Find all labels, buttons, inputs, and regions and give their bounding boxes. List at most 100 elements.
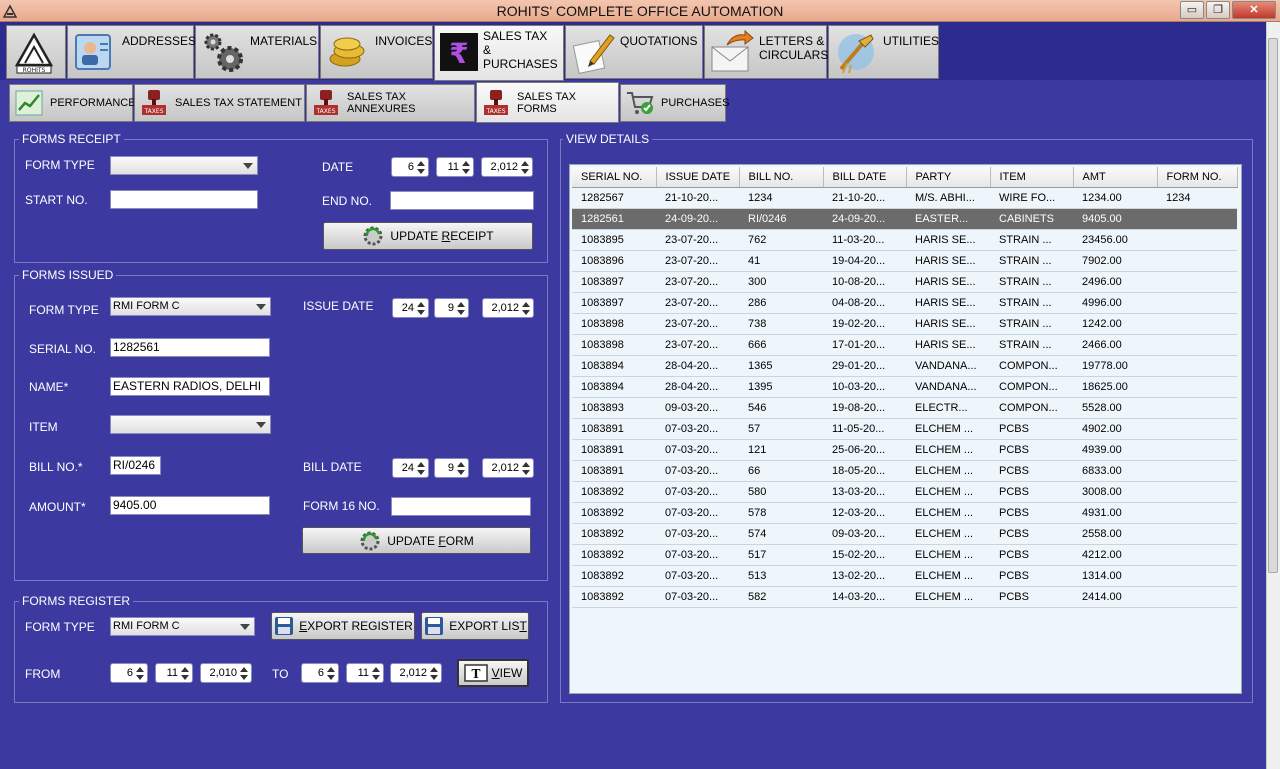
- table-row[interactable]: 1083894 28-04-20... 1365 29-01-20... VANDANA…: [572, 355, 1237, 377]
- spin-down-icon[interactable]: [457, 470, 465, 475]
- spin-down-icon[interactable]: [327, 675, 335, 680]
- column-header[interactable]: SERIAL NO.: [572, 167, 657, 188]
- column-header[interactable]: AMT: [1073, 167, 1158, 188]
- export-register-button[interactable]: EXPORT REGISTER: [271, 612, 415, 640]
- serial-no-input[interactable]: 1282561: [110, 338, 270, 357]
- item-select[interactable]: [110, 415, 271, 434]
- spin-up-icon[interactable]: [136, 667, 144, 672]
- spin-up-icon[interactable]: [462, 161, 470, 166]
- column-header[interactable]: BILL NO.: [739, 167, 824, 188]
- update-receipt-button[interactable]: UPDATE RECEIPT: [323, 222, 533, 250]
- table-row[interactable]: 1282561 24-09-20... RI/0246 24-09-20... EAST…: [572, 208, 1237, 230]
- tab-sales-tax-purchases[interactable]: ₹ SALES TAX & PURCHASES: [434, 25, 564, 81]
- bill-no-input[interactable]: RI/0246: [110, 456, 161, 475]
- table-row[interactable]: 1083894 28-04-20... 1395 10-03-20... VANDANA…: [572, 376, 1237, 398]
- column-header[interactable]: FORM NO.: [1157, 167, 1238, 188]
- tab-quotations[interactable]: QUOTATIONS: [565, 25, 703, 79]
- table-row[interactable]: 1083893 09-03-20... 546 19-08-20... ELECTR..…: [572, 397, 1237, 419]
- table-row[interactable]: 1083896 23-07-20... 41 19-04-20... HARIS SE.…: [572, 250, 1237, 272]
- tab-invoices[interactable]: INVOICES: [320, 25, 433, 79]
- spin-down-icon[interactable]: [372, 675, 380, 680]
- to-month-spinner[interactable]: 11: [346, 663, 384, 683]
- tab-utilities[interactable]: UTILITIES: [828, 25, 939, 79]
- spin-up-icon[interactable]: [457, 302, 465, 307]
- spin-down-icon[interactable]: [181, 675, 189, 680]
- spin-up-icon[interactable]: [417, 462, 425, 467]
- amount-input[interactable]: 9405.00: [110, 496, 270, 515]
- spin-up-icon[interactable]: [522, 302, 530, 307]
- spin-up-icon[interactable]: [430, 667, 438, 672]
- spin-up-icon[interactable]: [327, 667, 335, 672]
- spin-up-icon[interactable]: [417, 302, 425, 307]
- bill-month-spinner[interactable]: 9: [434, 458, 469, 478]
- receipt-date-year-spinner[interactable]: 2,012: [481, 157, 533, 177]
- issue-year-spinner[interactable]: 2,012: [482, 298, 534, 318]
- table-row[interactable]: 1083892 07-03-20... 578 12-03-20... ELCHEM .…: [572, 502, 1237, 524]
- subtab-performance[interactable]: PERFORMANCE: [9, 84, 136, 122]
- update-form-button[interactable]: UPDATE FORM: [302, 527, 531, 554]
- maximize-button[interactable]: ❐: [1206, 1, 1230, 19]
- spin-up-icon[interactable]: [457, 462, 465, 467]
- table-row[interactable]: 1083891 07-03-20... 57 11-05-20... ELCHEM ..…: [572, 418, 1237, 440]
- close-button[interactable]: ✕: [1232, 1, 1276, 19]
- minimize-button[interactable]: ▭: [1180, 1, 1204, 19]
- subtab-sales-tax-annexures[interactable]: TAXES SALES TAX ANNEXURES: [306, 84, 475, 122]
- table-row[interactable]: 1083891 07-03-20... 66 18-05-20... ELCHEM ..…: [572, 460, 1237, 482]
- spin-down-icon[interactable]: [521, 169, 529, 174]
- to-day-spinner[interactable]: 6: [301, 663, 339, 683]
- bill-year-spinner[interactable]: 2,012: [482, 458, 534, 478]
- issued-form-type-select[interactable]: RMI FORM C: [110, 297, 271, 316]
- table-row[interactable]: 1083898 23-07-20... 738 19-02-20... HARIS SE…: [572, 313, 1237, 335]
- main-scrollbar-thumb[interactable]: [1268, 38, 1278, 573]
- spin-up-icon[interactable]: [521, 161, 529, 166]
- export-list-button[interactable]: EXPORT LIST: [421, 612, 529, 640]
- column-header[interactable]: ITEM: [990, 167, 1074, 188]
- spin-up-icon[interactable]: [181, 667, 189, 672]
- subtab-sales-tax-forms[interactable]: TAXES SALES TAX FORMS: [476, 82, 619, 123]
- table-row[interactable]: 1083895 23-07-20... 762 11-03-20... HARIS SE…: [572, 229, 1237, 251]
- issue-day-spinner[interactable]: 24: [392, 298, 429, 318]
- table-row[interactable]: 1083892 07-03-20... 574 09-03-20... ELCHEM .…: [572, 523, 1237, 545]
- tab-addresses[interactable]: ADDRESSES: [67, 25, 196, 79]
- spin-down-icon[interactable]: [240, 675, 248, 680]
- spin-up-icon[interactable]: [372, 667, 380, 672]
- spin-down-icon[interactable]: [417, 169, 425, 174]
- spin-down-icon[interactable]: [136, 675, 144, 680]
- subtab-sales-tax-statement[interactable]: TAXES SALES TAX STATEMENT: [134, 84, 305, 122]
- tab-materials[interactable]: MATERIALS: [195, 25, 319, 79]
- receipt-date-day-spinner[interactable]: 6: [391, 157, 429, 177]
- spin-down-icon[interactable]: [522, 310, 530, 315]
- from-year-spinner[interactable]: 2,010: [200, 663, 252, 683]
- form16-input[interactable]: [391, 497, 531, 516]
- name-input[interactable]: EASTERN RADIOS, DELHI: [110, 377, 270, 396]
- spin-up-icon[interactable]: [522, 462, 530, 467]
- from-day-spinner[interactable]: 6: [110, 663, 148, 683]
- table-row[interactable]: 1083897 23-07-20... 300 10-08-20... HARIS SE…: [572, 271, 1237, 293]
- table-row[interactable]: 1083892 07-03-20... 580 13-03-20... ELCHEM .…: [572, 481, 1237, 503]
- table-row[interactable]: 1083892 07-03-20... 513 13-02-20... ELCHEM .…: [572, 565, 1237, 587]
- view-button[interactable]: T VIEW: [457, 659, 529, 687]
- table-row[interactable]: 1282567 21-10-20... 1234 21-10-20... M/S. AB…: [572, 187, 1237, 209]
- table-row[interactable]: 1083892 07-03-20... 582 14-03-20... ELCHEM .…: [572, 586, 1237, 608]
- column-header[interactable]: PARTY: [906, 167, 991, 188]
- to-year-spinner[interactable]: 2,012: [390, 663, 442, 683]
- receipt-form-type-select[interactable]: [110, 156, 258, 175]
- table-row[interactable]: 1083892 07-03-20... 517 15-02-20... ELCHEM .…: [572, 544, 1237, 566]
- tab-home[interactable]: ROHITS: [6, 25, 66, 79]
- spin-down-icon[interactable]: [430, 675, 438, 680]
- spin-up-icon[interactable]: [240, 667, 248, 672]
- column-header[interactable]: BILL DATE: [823, 167, 907, 188]
- spin-down-icon[interactable]: [417, 310, 425, 315]
- table-row[interactable]: 1083898 23-07-20... 666 17-01-20... HARIS SE…: [572, 334, 1237, 356]
- from-month-spinner[interactable]: 11: [155, 663, 193, 683]
- issue-month-spinner[interactable]: 9: [434, 298, 469, 318]
- register-form-type-select[interactable]: RMI FORM C: [110, 617, 255, 636]
- table-row[interactable]: 1083891 07-03-20... 121 25-06-20... ELCHEM .…: [572, 439, 1237, 461]
- spin-up-icon[interactable]: [417, 161, 425, 166]
- tab-letters-circulars[interactable]: LETTERS & CIRCULARS: [704, 25, 828, 79]
- column-header[interactable]: ISSUE DATE: [656, 167, 740, 188]
- end-no-input[interactable]: [390, 191, 534, 210]
- receipt-date-month-spinner[interactable]: 11: [436, 157, 474, 177]
- subtab-purchases[interactable]: PURCHASES: [620, 84, 729, 122]
- spin-down-icon[interactable]: [462, 169, 470, 174]
